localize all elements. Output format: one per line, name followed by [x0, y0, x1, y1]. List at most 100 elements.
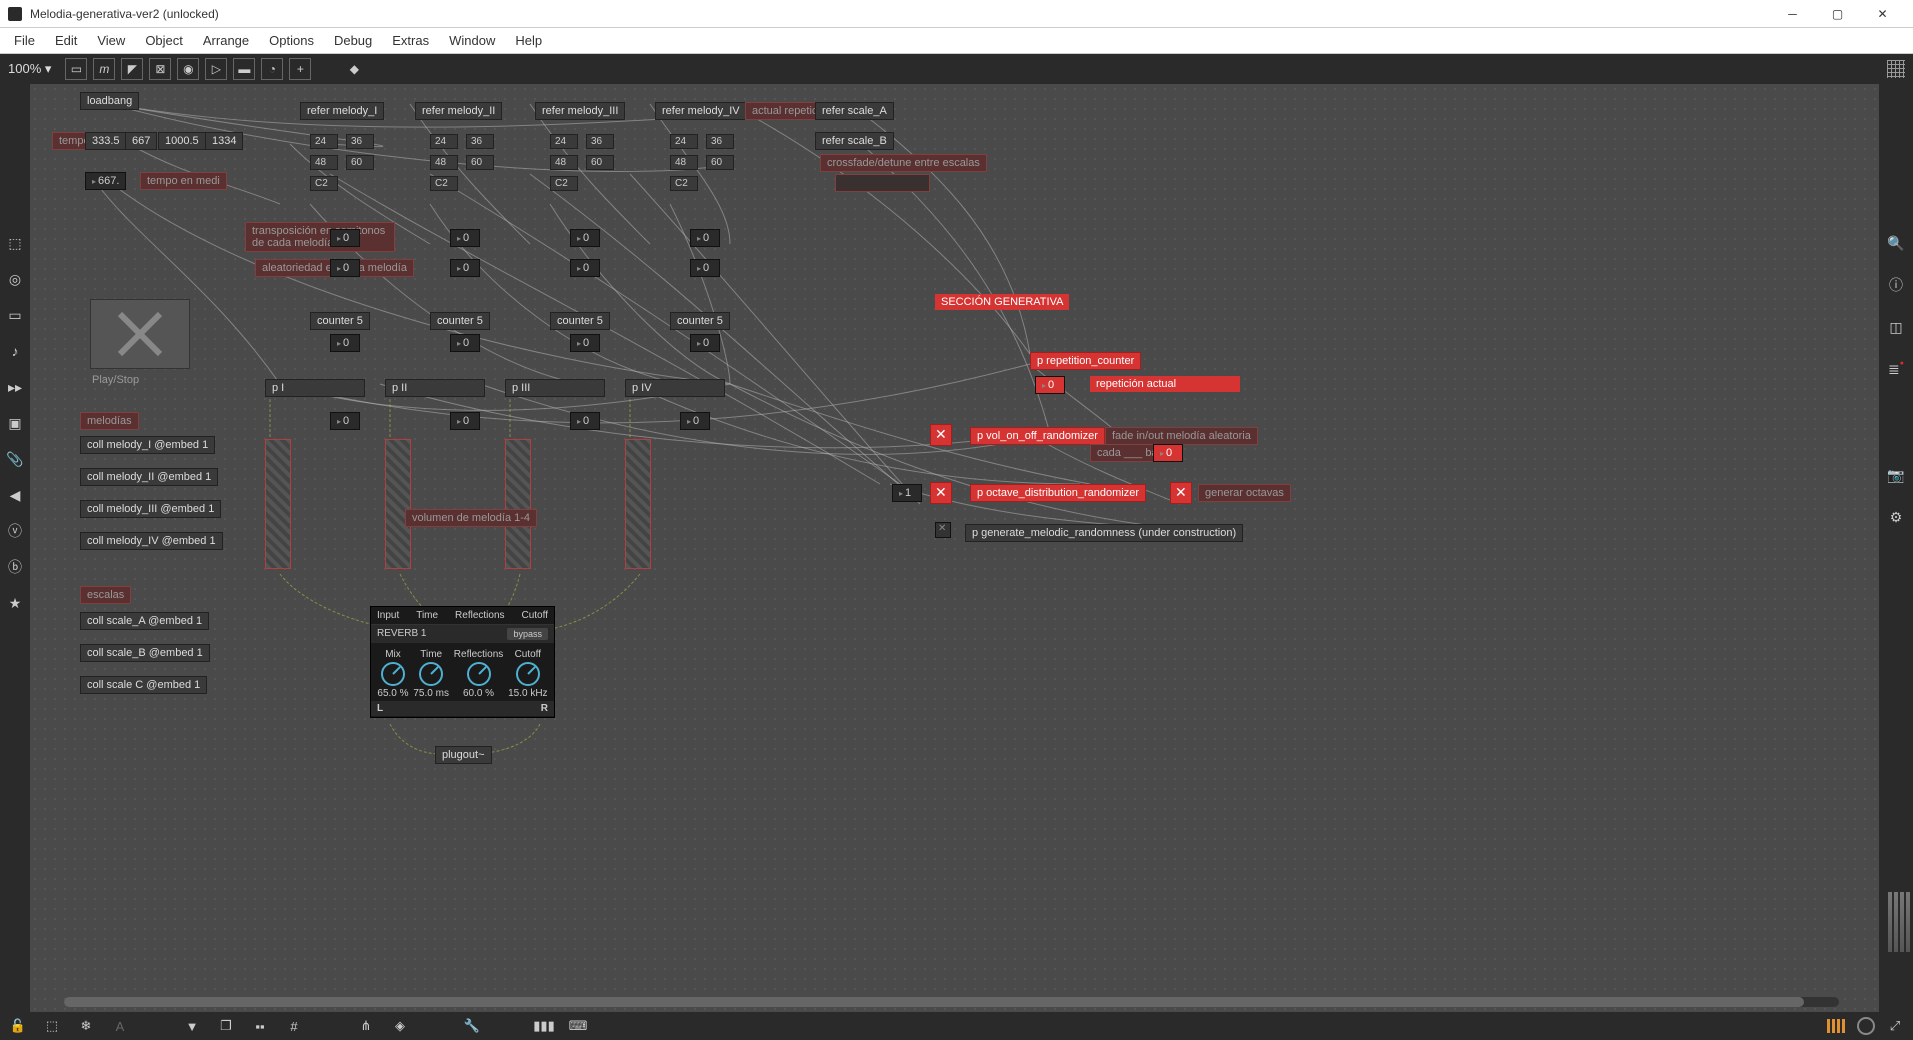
info-icon[interactable]: ⓘ — [1887, 276, 1905, 294]
menu-view[interactable]: View — [87, 30, 135, 51]
menu-help[interactable]: Help — [505, 30, 552, 51]
bars-icon[interactable]: ▮▮▮ — [536, 1018, 552, 1034]
maximize-button[interactable]: ▢ — [1815, 0, 1860, 28]
metro-numbox[interactable]: 667. — [85, 172, 126, 190]
knob-time[interactable] — [419, 662, 443, 686]
crossfade-slider[interactable] — [835, 174, 930, 192]
p-iv[interactable]: p IV — [625, 379, 725, 397]
pz-0[interactable]: 0 — [330, 412, 360, 430]
nb[interactable]: 36 — [346, 134, 374, 149]
wrench-icon[interactable]: 🔧 — [464, 1018, 480, 1034]
plugout-obj[interactable]: plugout~ — [435, 746, 492, 764]
nb[interactable]: 60 — [706, 155, 734, 170]
reverb-tab-cutoff[interactable]: Cutoff — [521, 610, 548, 621]
nb[interactable]: 60 — [346, 155, 374, 170]
close-button[interactable]: ✕ — [1860, 0, 1905, 28]
loadbang-obj[interactable]: loadbang — [80, 92, 139, 110]
menu-arrange[interactable]: Arrange — [193, 30, 259, 51]
nb[interactable]: 36 — [706, 134, 734, 149]
p-ii[interactable]: p II — [385, 379, 485, 397]
tool-toggle-icon[interactable]: ⊠ — [149, 58, 171, 80]
card-icon[interactable]: ▭ — [6, 306, 24, 324]
lock-icon[interactable]: 🔓 — [10, 1018, 26, 1034]
reverb-tab-input[interactable]: Input — [377, 610, 399, 621]
coll-melody-1[interactable]: coll melody_I @embed 1 — [80, 436, 215, 454]
knob-mix[interactable] — [381, 662, 405, 686]
list-icon[interactable]: ≣● — [1887, 360, 1905, 378]
p-vol-rand[interactable]: p vol_on_off_randomizer — [970, 427, 1105, 445]
tool-paint-icon[interactable]: ◆ — [343, 58, 365, 80]
rep-zero[interactable]: 0 — [1035, 376, 1065, 394]
tempo-val-1[interactable]: 667 — [125, 132, 157, 150]
nb[interactable]: 48 — [670, 155, 698, 170]
refer-scale-b[interactable]: refer scale_B — [815, 132, 894, 150]
p-gen-melodic[interactable]: p generate_melodic_randomness (under con… — [965, 524, 1243, 542]
refer-melody-3[interactable]: refer melody_III — [535, 102, 625, 120]
present-screen-icon[interactable]: ▼ — [184, 1018, 200, 1034]
note-box[interactable]: C2 — [430, 176, 458, 191]
search-icon[interactable]: 🔍 — [1887, 234, 1905, 252]
knob-cutoff[interactable] — [516, 662, 540, 686]
play-icon[interactable]: ▸▸ — [6, 378, 24, 396]
cnt-2[interactable]: 0 — [570, 334, 600, 352]
nb[interactable]: 24 — [310, 134, 338, 149]
tool-slider-icon[interactable]: ▬ — [233, 58, 255, 80]
menu-debug[interactable]: Debug — [324, 30, 382, 51]
coll-melody-3[interactable]: coll melody_III @embed 1 — [80, 500, 221, 518]
coll-melody-4[interactable]: coll melody_IV @embed 1 — [80, 532, 223, 550]
coll-melody-2[interactable]: coll melody_II @embed 1 — [80, 468, 218, 486]
pz-1[interactable]: 0 — [450, 412, 480, 430]
nb[interactable]: 48 — [430, 155, 458, 170]
coll-scale-b[interactable]: coll scale_B @embed 1 — [80, 644, 210, 662]
tool-number-icon[interactable]: ▷ — [205, 58, 227, 80]
zoom-level[interactable]: 100% ▾ — [8, 61, 59, 77]
nb[interactable]: 48 — [310, 155, 338, 170]
minimize-button[interactable]: ─ — [1770, 0, 1815, 28]
cnt-0[interactable]: 0 — [330, 334, 360, 352]
menu-edit[interactable]: Edit — [45, 30, 87, 51]
tool-object-icon[interactable]: ▭ — [65, 58, 87, 80]
nb[interactable]: 36 — [466, 134, 494, 149]
v-icon[interactable]: ⓥ — [6, 522, 24, 540]
reverb-tab-refl[interactable]: Reflections — [455, 610, 504, 621]
reverb-bypass[interactable]: bypass — [507, 628, 548, 640]
sliders-icon[interactable]: ⚙ — [1887, 508, 1905, 526]
trans-1[interactable]: 0 — [450, 229, 480, 247]
nb[interactable]: 36 — [586, 134, 614, 149]
tempo-val-2[interactable]: 1000.5 — [158, 132, 206, 150]
split-icon[interactable]: ◫ — [1887, 318, 1905, 336]
note-box[interactable]: C2 — [310, 176, 338, 191]
tree-icon[interactable]: ⋔ — [358, 1018, 374, 1034]
nb[interactable]: 60 — [586, 155, 614, 170]
gain-1[interactable] — [265, 439, 291, 569]
reverb-tab-time[interactable]: Time — [416, 610, 438, 621]
reverb-plugin[interactable]: Input Time Reflections Cutoff REVERB 1 b… — [370, 606, 555, 718]
dsp-power-button[interactable] — [1857, 1017, 1875, 1035]
gain-4[interactable] — [625, 439, 651, 569]
refer-melody-1[interactable]: refer melody_I — [300, 102, 384, 120]
refer-melody-4[interactable]: refer melody_IV — [655, 102, 747, 120]
tool-comment-icon[interactable]: ◤ — [121, 58, 143, 80]
counter-3[interactable]: counter 5 — [550, 312, 610, 330]
tempo-val-0[interactable]: 333.5 — [85, 132, 127, 150]
tool-bang-icon[interactable]: ◉ — [177, 58, 199, 80]
coll-scale-a[interactable]: coll scale_A @embed 1 — [80, 612, 209, 630]
nb[interactable]: 24 — [430, 134, 458, 149]
aleat-1[interactable]: 0 — [450, 259, 480, 277]
tool-dial-icon[interactable]: ◔ — [261, 58, 283, 80]
gain-3[interactable] — [505, 439, 531, 569]
menu-extras[interactable]: Extras — [382, 30, 439, 51]
trans-0[interactable]: 0 — [330, 229, 360, 247]
note-box[interactable]: C2 — [550, 176, 578, 191]
cube-icon[interactable]: ⬚ — [6, 234, 24, 252]
b-icon[interactable]: ⓑ — [6, 558, 24, 576]
coll-scale-c[interactable]: coll scale C @embed 1 — [80, 676, 207, 694]
counter-2[interactable]: counter 5 — [430, 312, 490, 330]
playstop-toggle[interactable] — [90, 299, 190, 369]
plug-icon[interactable]: ◀ — [6, 486, 24, 504]
pz-2[interactable]: 0 — [570, 412, 600, 430]
horizontal-scrollbar[interactable] — [64, 997, 1839, 1007]
align-icon[interactable]: ▪▪ — [252, 1018, 268, 1034]
cnt-1[interactable]: 0 — [450, 334, 480, 352]
refer-melody-2[interactable]: refer melody_II — [415, 102, 502, 120]
